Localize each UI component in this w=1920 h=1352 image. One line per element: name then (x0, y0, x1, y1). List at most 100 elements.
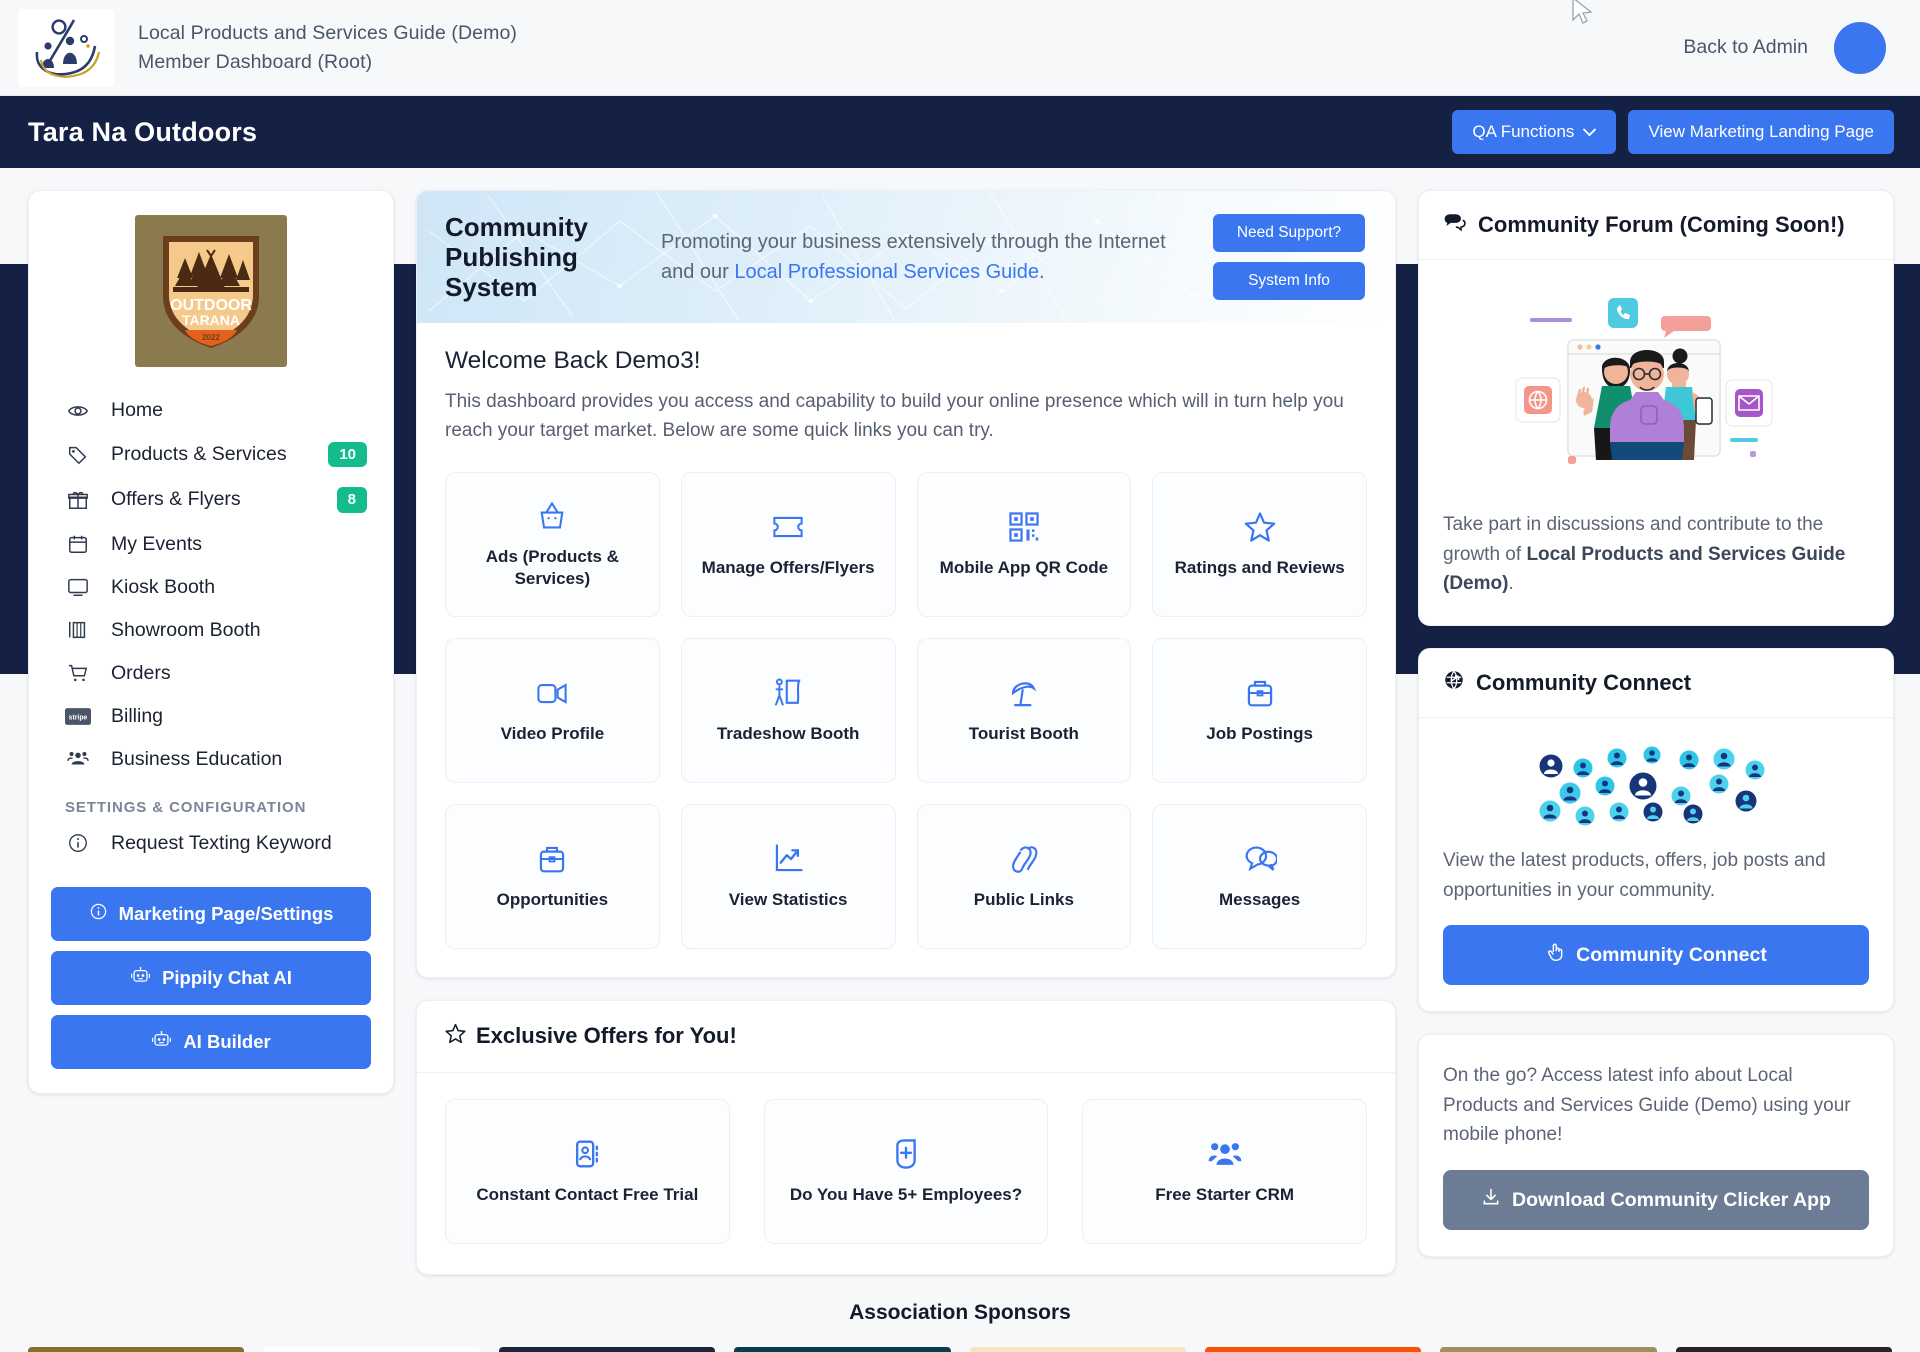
community-forum-heading: Community Forum (Coming Soon!) (1419, 191, 1893, 260)
sponsor-tile[interactable] (1675, 1346, 1892, 1352)
qa-functions-button[interactable]: QA Functions (1452, 110, 1617, 154)
mobile-app-card: On the go? Access latest info about Loca… (1418, 1034, 1894, 1257)
quick-link-job-postings[interactable]: Job Postings (1152, 637, 1367, 783)
calendar-icon (65, 533, 91, 555)
sidebar-item-offers-flyers[interactable]: Offers & Flyers 8 (51, 477, 371, 522)
qa-functions-label: QA Functions (1472, 122, 1575, 141)
sidebar-item-request-texting-keyword[interactable]: Request Texting Keyword (51, 822, 371, 865)
sponsor-tile[interactable] (1440, 1346, 1657, 1352)
offer-free-starter-crm[interactable]: Free Starter CRM (1082, 1098, 1367, 1244)
briefcase-icon (537, 842, 567, 876)
sidebar-nav-list: Home Products & Services 10 Offers & Fly… (51, 389, 371, 781)
hero-description: Promoting your business extensively thro… (661, 227, 1187, 288)
people-group-icon (65, 748, 91, 770)
quick-link-label: Video Profile (500, 724, 605, 743)
sidebar-item-label: My Events (111, 532, 203, 555)
sidebar-item-label: Products & Services (111, 443, 287, 466)
quick-link-messages[interactable]: Messages (1152, 803, 1367, 949)
chevron-down-icon (1583, 128, 1597, 136)
quick-link-mobile-app-qr-code[interactable]: Mobile App QR Code (916, 471, 1132, 617)
org-action-bar: Tara Na Outdoors QA Functions View Marke… (0, 96, 1920, 168)
top-header-bar: Local Products and Services Guide (Demo)… (0, 0, 1920, 96)
people-network-illustration (1539, 746, 1765, 826)
right-sidebar: Community Forum (Coming Soon!) Take part… (1418, 190, 1894, 1257)
view-marketing-landing-page-button[interactable]: View Marketing Landing Page (1628, 110, 1894, 154)
contact-card-icon (572, 1137, 602, 1171)
community-connect-heading: Community Connect (1419, 649, 1893, 718)
sidebar-item-label: Home (111, 399, 164, 421)
community-forum-card: Community Forum (Coming Soon!) Take part… (1418, 190, 1894, 626)
link-icon (1007, 842, 1041, 876)
tag-icon (65, 444, 91, 466)
people-swoosh-logo-icon (35, 18, 101, 78)
offer-constant-contact-free-trial[interactable]: Constant Contact Free Trial (445, 1098, 730, 1244)
back-to-admin-link[interactable]: Back to Admin (1683, 36, 1808, 59)
star-outline-icon (445, 1023, 466, 1050)
quick-link-label: Tourist Booth (968, 724, 1079, 743)
sidebar-item-home[interactable]: Home (51, 389, 371, 432)
sidebar-item-label: Kiosk Booth (111, 575, 216, 598)
local-professional-services-guide-link[interactable]: Local Professional Services Guide (734, 261, 1039, 283)
star-icon (1243, 510, 1277, 544)
sidebar-item-label: Offers & Flyers (111, 488, 241, 511)
marketing-page-settings-button[interactable]: Marketing Page/Settings (51, 886, 371, 941)
sponsor-tile[interactable] (1204, 1346, 1422, 1352)
offer-label: Constant Contact Free Trial (476, 1185, 699, 1204)
quick-link-tourist-booth[interactable]: Tourist Booth (916, 637, 1132, 783)
sponsors-title: Association Sponsors (849, 1300, 1071, 1324)
sidebar-section-label: SETTINGS & CONFIGURATION (65, 798, 307, 816)
quick-link-label: Manage Offers/Flyers (701, 558, 875, 577)
quick-link-public-links[interactable]: Public Links (916, 803, 1132, 949)
download-app-button-label: Download Community Clicker App (1512, 1188, 1831, 1211)
quick-link-tradeshow-booth[interactable]: Tradeshow Booth (680, 637, 896, 783)
sponsors-strip (0, 1325, 1920, 1352)
gift-icon (65, 489, 91, 511)
robot-icon (151, 1030, 172, 1054)
quick-link-label: Job Postings (1206, 724, 1313, 743)
quick-link-ads-products-services[interactable]: Ads (Products & Services) (445, 471, 660, 617)
community-connect-button[interactable]: Community Connect (1443, 925, 1869, 986)
sidebar-item-label: Business Education (111, 747, 283, 770)
people-group-icon (1208, 1137, 1242, 1171)
pippily-chat-ai-label: Pippily Chat AI (162, 966, 292, 988)
quick-link-label: Mobile App QR Code (939, 558, 1109, 577)
user-avatar[interactable] (1834, 21, 1886, 74)
sponsor-tile[interactable] (969, 1346, 1186, 1352)
quick-link-view-statistics[interactable]: View Statistics (680, 803, 896, 949)
sidebar-item-showroom-booth[interactable]: Showroom Booth (51, 609, 371, 652)
ai-builder-label: AI Builder (183, 1030, 271, 1052)
mobile-app-description: On the go? Access latest info about Loca… (1443, 1065, 1851, 1146)
status-badge: 8 (336, 487, 367, 513)
member-logo: OUTDOOR TARANA 2022 (135, 215, 287, 367)
sidebar-item-label: Request Texting Keyword (111, 831, 332, 854)
sidebar-item-business-education[interactable]: Business Education (51, 738, 371, 781)
pippily-chat-ai-button[interactable]: Pippily Chat AI (51, 950, 371, 1005)
app-logo (18, 8, 114, 87)
svg-text:stripe: stripe (69, 714, 88, 721)
sponsor-tile[interactable] (498, 1346, 716, 1352)
quick-link-ratings-and-reviews[interactable]: Ratings and Reviews (1152, 471, 1367, 617)
sidebar-item-billing[interactable]: stripe Billing (51, 695, 371, 738)
sidebar-item-kiosk-booth[interactable]: Kiosk Booth (51, 566, 371, 609)
welcome-heading: Welcome Back Demo3! (445, 347, 701, 374)
sponsor-tile[interactable] (263, 1346, 480, 1352)
download-community-clicker-app-button[interactable]: Download Community Clicker App (1443, 1170, 1869, 1230)
ai-builder-button[interactable]: AI Builder (51, 1014, 371, 1069)
offer-do-you-have-5-plus-employees[interactable]: Do You Have 5+ Employees? (763, 1098, 1049, 1244)
quick-link-video-profile[interactable]: Video Profile (445, 637, 660, 783)
quick-link-manage-offers-flyers[interactable]: Manage Offers/Flyers (680, 471, 896, 617)
basket-icon (536, 499, 568, 533)
sidebar-settings-list: Request Texting Keyword (51, 822, 371, 865)
sponsor-tile[interactable] (28, 1346, 245, 1352)
quick-link-label: Ads (Products & Services) (485, 547, 619, 588)
sidebar-item-orders[interactable]: Orders (51, 652, 371, 695)
need-support-button[interactable]: Need Support? (1213, 214, 1365, 252)
sidebar-item-my-events[interactable]: My Events (51, 523, 371, 566)
ticket-icon (771, 510, 805, 544)
quick-link-opportunities[interactable]: Opportunities (445, 803, 660, 949)
community-connect-title: Community Connect (1476, 669, 1692, 695)
sidebar-item-products-services[interactable]: Products & Services 10 (51, 432, 371, 477)
system-info-button[interactable]: System Info (1213, 262, 1365, 300)
hero-desc-post: . (1039, 261, 1045, 283)
sponsor-tile[interactable] (734, 1346, 951, 1352)
